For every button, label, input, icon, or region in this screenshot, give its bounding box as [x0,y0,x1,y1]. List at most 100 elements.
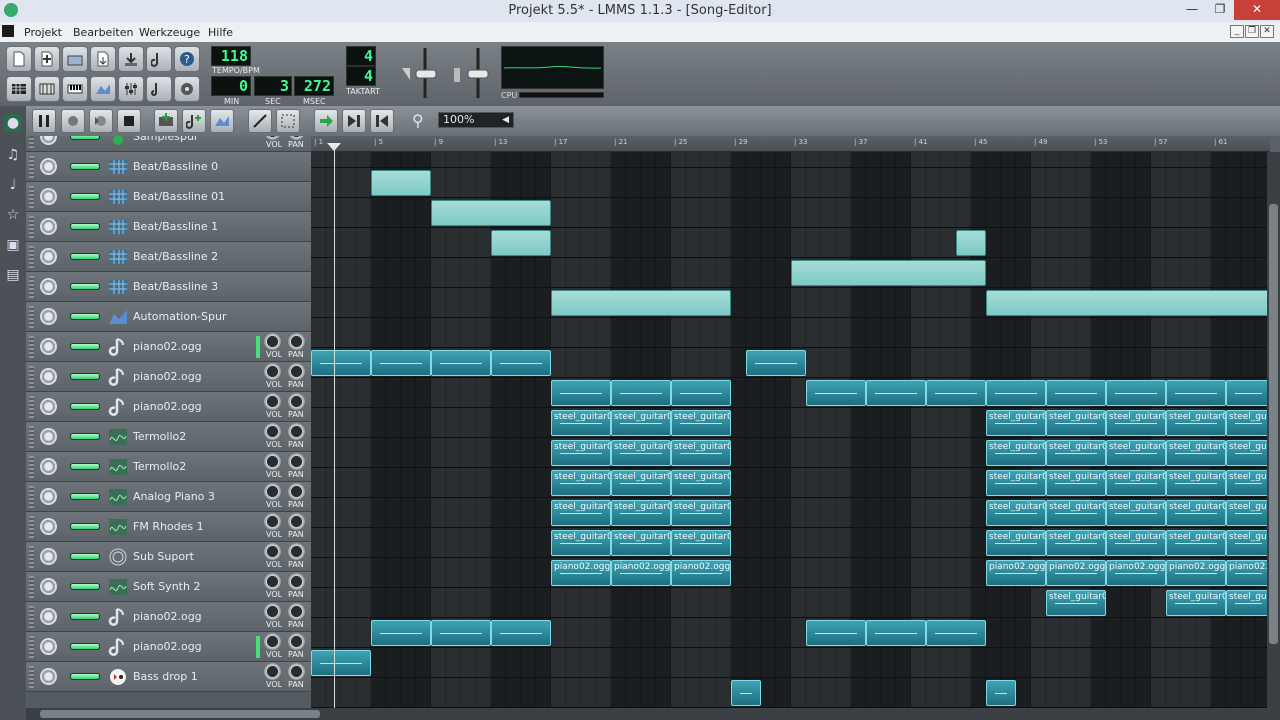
menu-hilfe[interactable]: Hilfe [208,26,233,39]
drag-handle-icon[interactable] [29,336,34,358]
steel-guitar-clip[interactable]: steel_guitar0 [551,530,611,556]
steel-guitar-clip[interactable]: steel_guitar0 [611,410,671,436]
track-name[interactable]: Bass drop 1 [133,670,198,683]
sample-clip[interactable] [311,350,371,376]
track-settings-gear-icon[interactable] [40,608,57,625]
play-from-start-button[interactable] [314,109,338,133]
beat-bassline-clip[interactable] [371,170,431,196]
root-directory-icon[interactable]: ▤ [4,266,22,284]
track-name[interactable]: Beat/Bassline 1 [133,220,218,233]
steel-guitar-clip[interactable]: steel_guitar0 [986,410,1046,436]
steel-guitar-clip[interactable]: steel_guitar0 [1046,440,1106,466]
beat-bassline-clip[interactable] [551,290,731,316]
sample-clip[interactable] [1226,380,1270,406]
steel-guitar-clip[interactable]: steel_guitar0 [1106,410,1166,436]
track-settings-gear-icon[interactable] [40,338,57,355]
menu-bearbeiten[interactable]: Bearbeiten [73,26,133,39]
volume-knob[interactable] [264,423,281,440]
track-settings-gear-icon[interactable] [40,488,57,505]
steel-guitar-clip[interactable]: steel_guitar0 [1166,590,1226,616]
steel-guitar-clip[interactable]: steel_guitar0 [671,530,731,556]
recent-projects-button[interactable] [90,46,116,72]
track-name[interactable]: Automation-Spur [133,310,227,323]
drag-handle-icon[interactable] [29,366,34,388]
pan-knob[interactable] [288,543,305,560]
mute-toggle[interactable] [70,493,100,500]
pan-knob[interactable] [288,453,305,470]
volume-knob[interactable] [264,663,281,680]
drag-handle-icon[interactable] [29,396,34,418]
track-name[interactable]: Termollo2 [133,460,186,473]
mute-toggle[interactable] [70,583,100,590]
piano-clip[interactable]: piano02.ogg [671,560,731,586]
sample-clip[interactable] [371,620,431,646]
piano-clip[interactable]: piano02.ogg [1166,560,1226,586]
vertical-scrollbar[interactable] [1267,152,1280,708]
sample-clip[interactable] [371,350,431,376]
track-name[interactable]: piano02.ogg [133,370,202,383]
steel-guitar-clip[interactable]: steel_guitar0 [1046,410,1106,436]
sample-clip[interactable] [311,650,371,676]
steel-guitar-clip[interactable]: steel_guitar0 [1226,500,1270,526]
drag-handle-icon[interactable] [29,486,34,508]
steel-guitar-clip[interactable]: steel_guitar0 [1106,530,1166,556]
track-name[interactable]: Samplespur [133,136,198,143]
drag-handle-icon[interactable] [29,246,34,268]
stop-behaviour-button[interactable] [342,109,366,133]
piano-clip[interactable]: piano02.ogg [551,560,611,586]
track-settings-gear-icon[interactable] [40,638,57,655]
drag-handle-icon[interactable] [29,186,34,208]
play-pause-button[interactable] [32,109,56,133]
track-settings-gear-icon[interactable] [40,398,57,415]
piano-roll-button[interactable] [62,76,88,102]
mute-toggle[interactable] [70,373,100,380]
pan-knob[interactable] [288,633,305,650]
steel-guitar-clip[interactable]: steel_guitar0 [1226,530,1270,556]
steel-guitar-clip[interactable]: steel_guitar0 [1166,440,1226,466]
add-automation-track-button[interactable] [210,109,234,133]
steel-guitar-clip[interactable]: steel_guitar0 [671,440,731,466]
mute-toggle[interactable] [70,613,100,620]
drag-handle-icon[interactable] [29,456,34,478]
track-name[interactable]: Termollo2 [133,430,186,443]
track-settings-gear-icon[interactable] [40,308,57,325]
piano-clip[interactable]: piano02.ogg [1046,560,1106,586]
help-button[interactable]: ? [174,46,200,72]
lmms-logo-icon[interactable]: ● [4,114,22,132]
drag-handle-icon[interactable] [29,516,34,538]
steel-guitar-clip[interactable]: steel_guitar0 [611,470,671,496]
drag-handle-icon[interactable] [29,426,34,448]
my-home-icon[interactable]: ▣ [4,236,22,254]
steel-guitar-clip[interactable]: steel_guitar0 [551,500,611,526]
steel-guitar-clip[interactable]: steel_guitar0 [986,530,1046,556]
sample-clip[interactable] [926,380,986,406]
steel-guitar-clip[interactable]: steel_guitar0 [1226,590,1270,616]
pan-knob[interactable] [288,393,305,410]
beat-bassline-clip[interactable] [986,290,1270,316]
timeline-ruler[interactable]: | 1 | 5 | 9 | 13 | 17 | 21 | 25 | 29 | 33 | 37 | 4… [311,136,1270,152]
steel-guitar-clip[interactable]: steel_guitar0 [611,530,671,556]
steel-guitar-clip[interactable]: steel_guitar0 [1046,500,1106,526]
my-samples-icon[interactable]: ♩ [4,176,22,194]
track-settings-gear-icon[interactable] [40,188,57,205]
steel-guitar-clip[interactable]: steel_guitar0 [611,440,671,466]
project-notes-button[interactable] [146,76,172,102]
pan-knob[interactable] [288,573,305,590]
steel-guitar-clip[interactable]: steel_guitar0 [1106,440,1166,466]
record-button[interactable] [61,109,85,133]
pan-knob[interactable] [288,483,305,500]
controller-rack-button[interactable] [174,76,200,102]
steel-guitar-clip[interactable]: steel_guitar0 [986,470,1046,496]
steel-guitar-clip[interactable]: steel_guitar0 [671,410,731,436]
track-settings-gear-icon[interactable] [40,248,57,265]
pan-knob[interactable] [288,603,305,620]
menu-werkzeuge[interactable]: Werkzeuge [139,26,200,39]
mute-toggle[interactable] [70,136,100,140]
add-sample-track-button[interactable] [182,109,206,133]
mute-toggle[interactable] [70,283,100,290]
sample-clip[interactable] [551,380,611,406]
restore-button[interactable]: ❐ [1206,0,1234,20]
steel-guitar-clip[interactable]: steel_guitar0 [551,410,611,436]
beat-bassline-editor-button[interactable] [34,76,60,102]
sample-clip[interactable] [866,380,926,406]
